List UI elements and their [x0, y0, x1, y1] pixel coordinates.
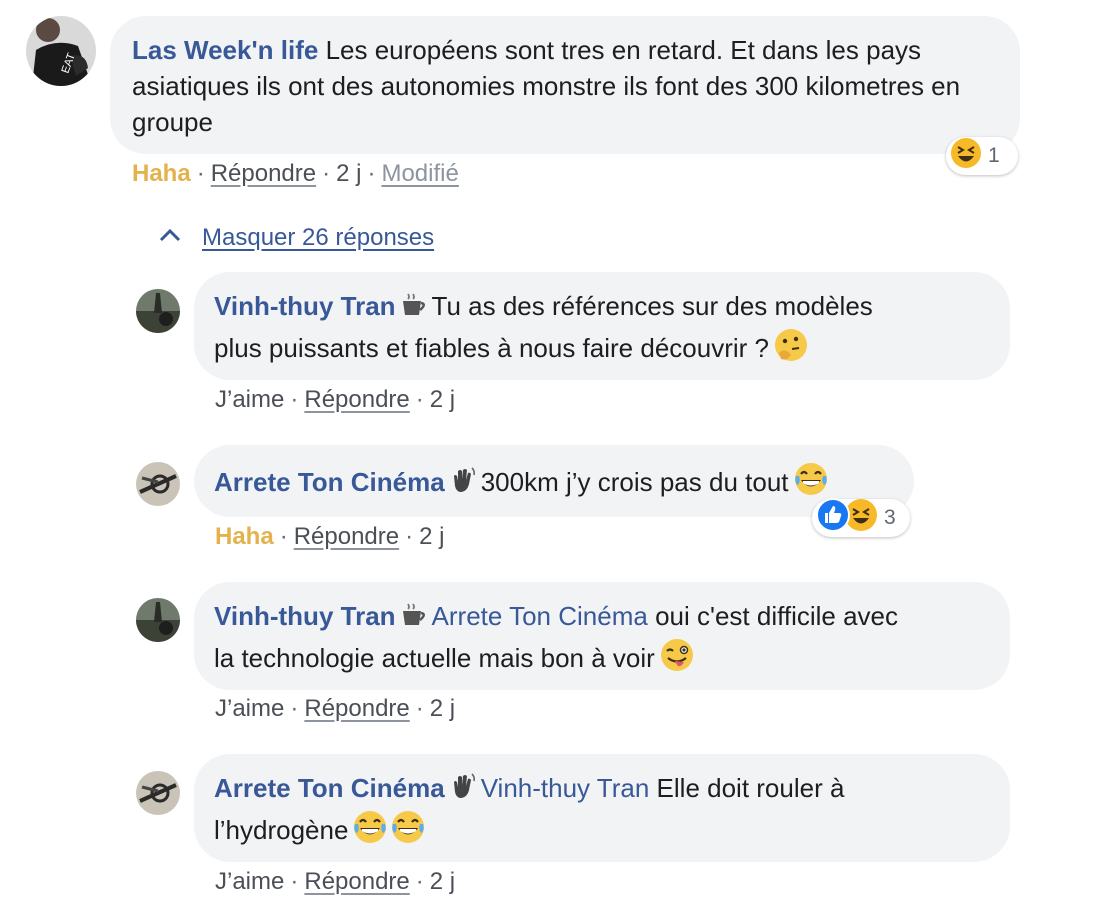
reply-text: l’hydrogène	[214, 815, 349, 845]
timestamp[interactable]: 2 j	[430, 695, 455, 722]
avatar[interactable]: EAT	[26, 16, 96, 86]
coffee-cup-icon	[400, 601, 428, 637]
reply-author[interactable]: Arrete Ton Cinéma	[214, 773, 445, 803]
tears-of-joy-icon	[352, 809, 388, 854]
separator: ·	[405, 523, 414, 550]
separator: ·	[290, 868, 299, 895]
reply-text: la technologie actuelle mais bon à voir	[214, 643, 655, 673]
reply-author[interactable]: Vinh-thuy Tran	[214, 291, 396, 321]
avatar[interactable]	[136, 289, 180, 333]
like-link[interactable]: J’aime	[215, 868, 284, 895]
reply-link[interactable]: Répondre	[304, 695, 409, 722]
reply-link[interactable]: Répondre	[304, 386, 409, 413]
timestamp[interactable]: 2 j	[430, 868, 455, 895]
thinking-face-icon	[773, 327, 809, 372]
waving-hand-icon	[449, 772, 477, 809]
comment-author[interactable]: Las Week'n life	[132, 35, 318, 65]
like-link[interactable]: J’aime	[215, 695, 284, 722]
tears-of-joy-icon	[390, 809, 426, 854]
edited-link[interactable]: Modifié	[381, 160, 458, 187]
reply-text: oui c'est difficile avec	[655, 601, 898, 631]
haha-reaction-link[interactable]: Haha	[132, 160, 191, 187]
reply-text: plus puissants et fiables à nous faire d…	[214, 333, 769, 363]
winking-tongue-face-icon	[659, 637, 695, 682]
separator: ·	[279, 523, 288, 550]
hide-replies-label[interactable]: Masquer 26 réponses	[202, 224, 434, 251]
reaction-count: 3	[884, 506, 896, 529]
mention-link[interactable]: Arrete Ton Cinéma	[432, 601, 648, 631]
reply-actions: J’aime · Répondre · 2 j	[215, 868, 455, 896]
reply-bubble: Vinh-thuy Tran Arrete Ton Cinéma oui c'es…	[194, 582, 1010, 690]
reply-bubble: Arrete Ton Cinéma Vinh-thuy Tran Elle doi…	[194, 754, 1010, 862]
separator: ·	[415, 695, 424, 722]
timestamp[interactable]: 2 j	[430, 386, 455, 413]
avatar[interactable]	[136, 598, 180, 642]
separator: ·	[196, 160, 205, 187]
reply-text: Tu as des références sur des modèles	[431, 291, 873, 321]
reply-actions: Haha · Répondre · 2 j	[215, 523, 444, 551]
like-link[interactable]: J’aime	[215, 386, 284, 413]
reply-link[interactable]: Répondre	[304, 868, 409, 895]
reaction-summary[interactable]: 3	[812, 498, 910, 538]
reaction-count: 1	[988, 144, 1000, 167]
reply-author[interactable]: Arrete Ton Cinéma	[214, 467, 445, 497]
separator: ·	[367, 160, 376, 187]
haha-reaction-link[interactable]: Haha	[215, 523, 274, 550]
reply-author[interactable]: Vinh-thuy Tran	[214, 601, 396, 631]
coffee-cup-icon	[400, 291, 428, 327]
reply-text: Elle doit rouler à	[656, 773, 845, 803]
reply-bubble: Vinh-thuy Tran Tu as des références sur d…	[194, 272, 1010, 380]
separator: ·	[290, 386, 299, 413]
reply-actions: J’aime · Répondre · 2 j	[215, 695, 455, 723]
reaction-summary[interactable]: 1	[946, 137, 1018, 175]
mention-link[interactable]: Vinh-thuy Tran	[481, 773, 650, 803]
timestamp[interactable]: 2 j	[419, 523, 444, 550]
avatar[interactable]	[136, 771, 180, 815]
comment-bubble: Las Week'n life Les européens sont tres …	[110, 16, 1020, 154]
separator: ·	[415, 868, 424, 895]
reply-actions: J’aime · Répondre · 2 j	[215, 386, 455, 414]
hide-replies-toggle[interactable]: Masquer 26 réponses	[158, 222, 434, 252]
separator: ·	[290, 695, 299, 722]
comment-actions: Haha · Répondre · 2 j · Modifié	[132, 160, 459, 188]
avatar[interactable]	[136, 462, 180, 506]
separator: ·	[322, 160, 331, 187]
timestamp[interactable]: 2 j	[336, 160, 361, 187]
like-reaction-icon	[816, 498, 850, 538]
reply-bubble: Arrete Ton Cinéma 300km j’y crois pas du …	[194, 445, 914, 517]
reply-link[interactable]: Répondre	[211, 160, 316, 187]
separator: ·	[415, 386, 424, 413]
chevron-up-icon	[158, 222, 182, 250]
reply-text: 300km j’y crois pas du tout	[480, 467, 789, 497]
haha-reaction-icon	[950, 137, 982, 175]
reply-link[interactable]: Répondre	[294, 523, 399, 550]
waving-hand-icon	[449, 466, 477, 503]
